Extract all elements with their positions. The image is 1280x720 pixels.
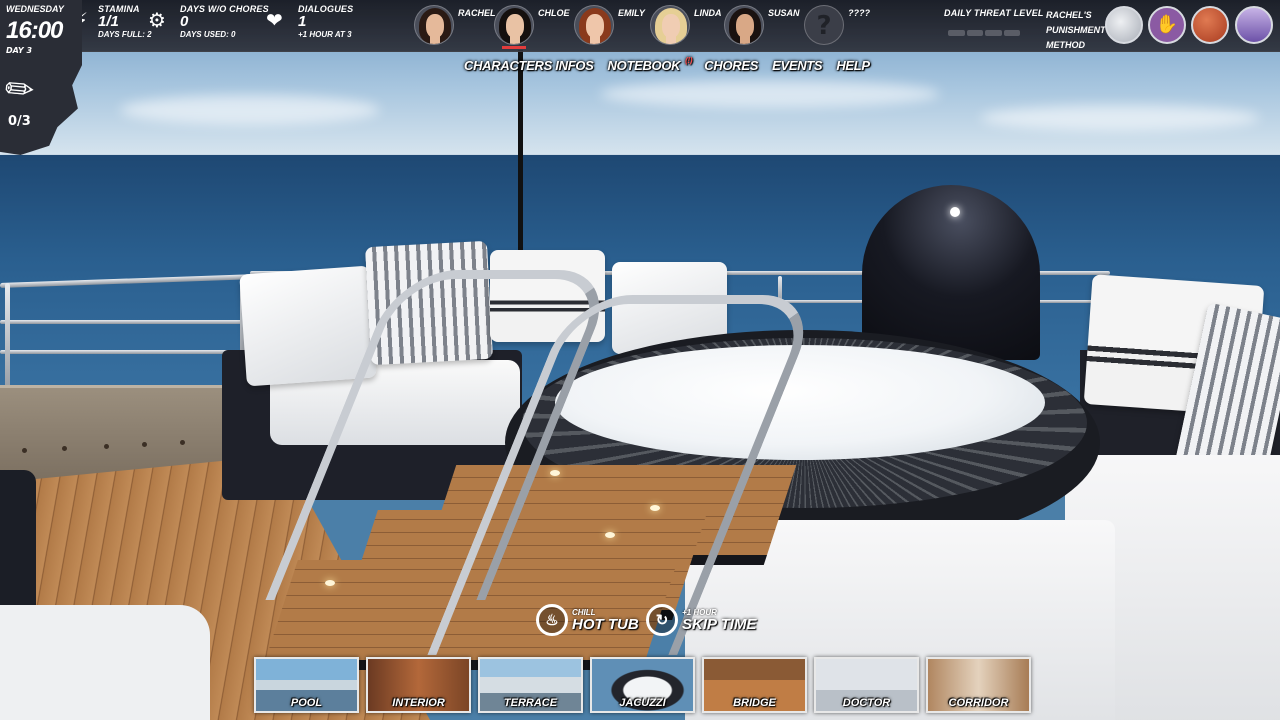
portrait-neck bbox=[590, 36, 600, 44]
location-pool[interactable]: POOL bbox=[254, 657, 359, 713]
dialogues-block: DIALOGUES 1 +1 HOUR AT 3 bbox=[298, 4, 353, 39]
menu-characters-infos[interactable]: CHARACTERS INFOS bbox=[464, 58, 594, 73]
menu-help[interactable]: HELP bbox=[836, 58, 870, 73]
location-jacuzzi[interactable]: JACUZZI bbox=[590, 657, 695, 713]
chores-block: DAYS W/O CHORES 0 DAYS USED: 0 bbox=[180, 4, 269, 39]
location-bar: POOL INTERIOR TERRACE JACUZZI BRIDGE DOC… bbox=[254, 657, 1031, 713]
skip-time-label: SKIP TIME bbox=[682, 616, 757, 633]
punishment-line: METHOD bbox=[1046, 40, 1085, 50]
character-chloe[interactable]: CHLOE bbox=[488, 2, 578, 52]
portrait-neck bbox=[740, 36, 750, 44]
figure-icon[interactable] bbox=[1235, 6, 1273, 44]
punishment-method-label: RACHEL'S PUNISHMENT METHOD bbox=[1046, 8, 1106, 53]
selected-indicator bbox=[502, 46, 526, 49]
portrait-face bbox=[736, 14, 754, 38]
portrait-neck bbox=[666, 36, 676, 44]
location-doctor[interactable]: DOCTOR bbox=[814, 657, 919, 713]
chores-icon: ⚙ bbox=[148, 8, 166, 32]
lips-icon: ❤ bbox=[266, 8, 283, 32]
notebook-alert-badge: (!) bbox=[685, 56, 693, 65]
location-label: POOL bbox=[290, 697, 323, 709]
location-label: TERRACE bbox=[503, 697, 558, 709]
chores-value: 0 bbox=[180, 13, 189, 30]
character-unknown[interactable]: ? ???? bbox=[798, 2, 888, 52]
location-label: JACUZZI bbox=[619, 697, 666, 709]
location-bridge[interactable]: BRIDGE bbox=[702, 657, 807, 713]
threat-label: DAILY THREAT LEVEL bbox=[944, 8, 1044, 18]
location-label: INTERIOR bbox=[392, 697, 445, 709]
character-susan[interactable]: SUSAN bbox=[718, 2, 808, 52]
skip-time-button[interactable]: ↻ +1 HOUR SKIP TIME bbox=[646, 604, 756, 636]
floor-cushion bbox=[0, 605, 210, 720]
rail-low bbox=[0, 350, 250, 354]
mast bbox=[518, 50, 523, 260]
stamina-block: STAMINA 1/1 DAYS FULL: 2 bbox=[98, 4, 152, 39]
butt-icon[interactable] bbox=[1105, 6, 1143, 44]
scene-view bbox=[0, 0, 1280, 720]
clock-time: 16:00 bbox=[6, 17, 63, 44]
top-hud: ⚡ STAMINA 1/1 DAYS FULL: 2 ⚙ DAYS W/O CH… bbox=[0, 0, 1280, 52]
character-name: CHLOE bbox=[538, 8, 570, 18]
portrait-neck bbox=[510, 36, 520, 44]
location-terrace[interactable]: TERRACE bbox=[478, 657, 583, 713]
menu-chores[interactable]: CHORES bbox=[704, 58, 758, 73]
main-menu: CHARACTERS INFOS NOTEBOOK (!) CHORES EVE… bbox=[464, 56, 870, 73]
character-name: ???? bbox=[848, 8, 870, 18]
portrait-face bbox=[506, 14, 524, 38]
character-portrait bbox=[574, 5, 614, 45]
pillow bbox=[239, 265, 377, 387]
hot-tub-icon: ♨ bbox=[536, 604, 568, 636]
character-portrait bbox=[494, 5, 534, 45]
portrait-face bbox=[426, 14, 444, 38]
portrait-face bbox=[662, 14, 680, 38]
location-corridor[interactable]: CORRIDOR bbox=[926, 657, 1031, 713]
location-label: DOCTOR bbox=[842, 697, 891, 709]
daily-threat-level: DAILY THREAT LEVEL bbox=[944, 8, 1044, 36]
hot-tub-button[interactable]: ♨ CHILL HOT TUB bbox=[536, 604, 639, 636]
location-label: BRIDGE bbox=[733, 697, 776, 709]
punishment-line: PUNISHMENT bbox=[1046, 25, 1106, 35]
day-number: DAY 3 bbox=[6, 46, 33, 55]
hot-tub-label: HOT TUB bbox=[572, 616, 639, 633]
stamina-value: 1/1 bbox=[98, 13, 119, 30]
chores-sub: DAYS USED: 0 bbox=[180, 30, 236, 39]
location-interior[interactable]: INTERIOR bbox=[366, 657, 471, 713]
dialogues-label: DIALOGUES bbox=[298, 4, 354, 14]
character-rachel[interactable]: RACHEL bbox=[408, 2, 498, 52]
character-portrait bbox=[414, 5, 454, 45]
day-of-week: WEDNESDAY bbox=[6, 4, 64, 14]
dialogues-value: 1 bbox=[298, 13, 307, 30]
hand-icon[interactable]: ✋ bbox=[1148, 6, 1186, 44]
notebook-label: NOTEBOOK bbox=[607, 58, 681, 73]
character-name: SUSAN bbox=[768, 8, 800, 18]
menu-notebook[interactable]: NOTEBOOK (!) bbox=[607, 56, 693, 73]
paddle-icon[interactable] bbox=[1191, 6, 1229, 44]
question-mark-icon: ? bbox=[804, 5, 844, 45]
dialogues-sub: +1 HOUR AT 3 bbox=[298, 30, 352, 39]
rail-mid bbox=[0, 320, 250, 324]
portrait-neck bbox=[430, 36, 440, 44]
threat-meter bbox=[948, 30, 1020, 36]
character-portrait bbox=[724, 5, 764, 45]
paddle-item-icon: ✎ bbox=[0, 65, 45, 115]
item-count: 0/3 bbox=[8, 114, 31, 129]
portrait-face bbox=[586, 14, 604, 38]
location-label: CORRIDOR bbox=[948, 697, 1009, 709]
punishment-line: RACHEL'S bbox=[1046, 10, 1092, 20]
character-portrait bbox=[650, 5, 690, 45]
dome-light bbox=[950, 207, 960, 217]
clock-skip-icon: ↻ bbox=[646, 604, 678, 636]
character-name: EMILY bbox=[618, 8, 645, 18]
stamina-sub: DAYS FULL: 2 bbox=[98, 30, 152, 39]
chores-label: DAYS W/O CHORES bbox=[180, 4, 269, 14]
menu-events[interactable]: EVENTS bbox=[772, 58, 823, 73]
